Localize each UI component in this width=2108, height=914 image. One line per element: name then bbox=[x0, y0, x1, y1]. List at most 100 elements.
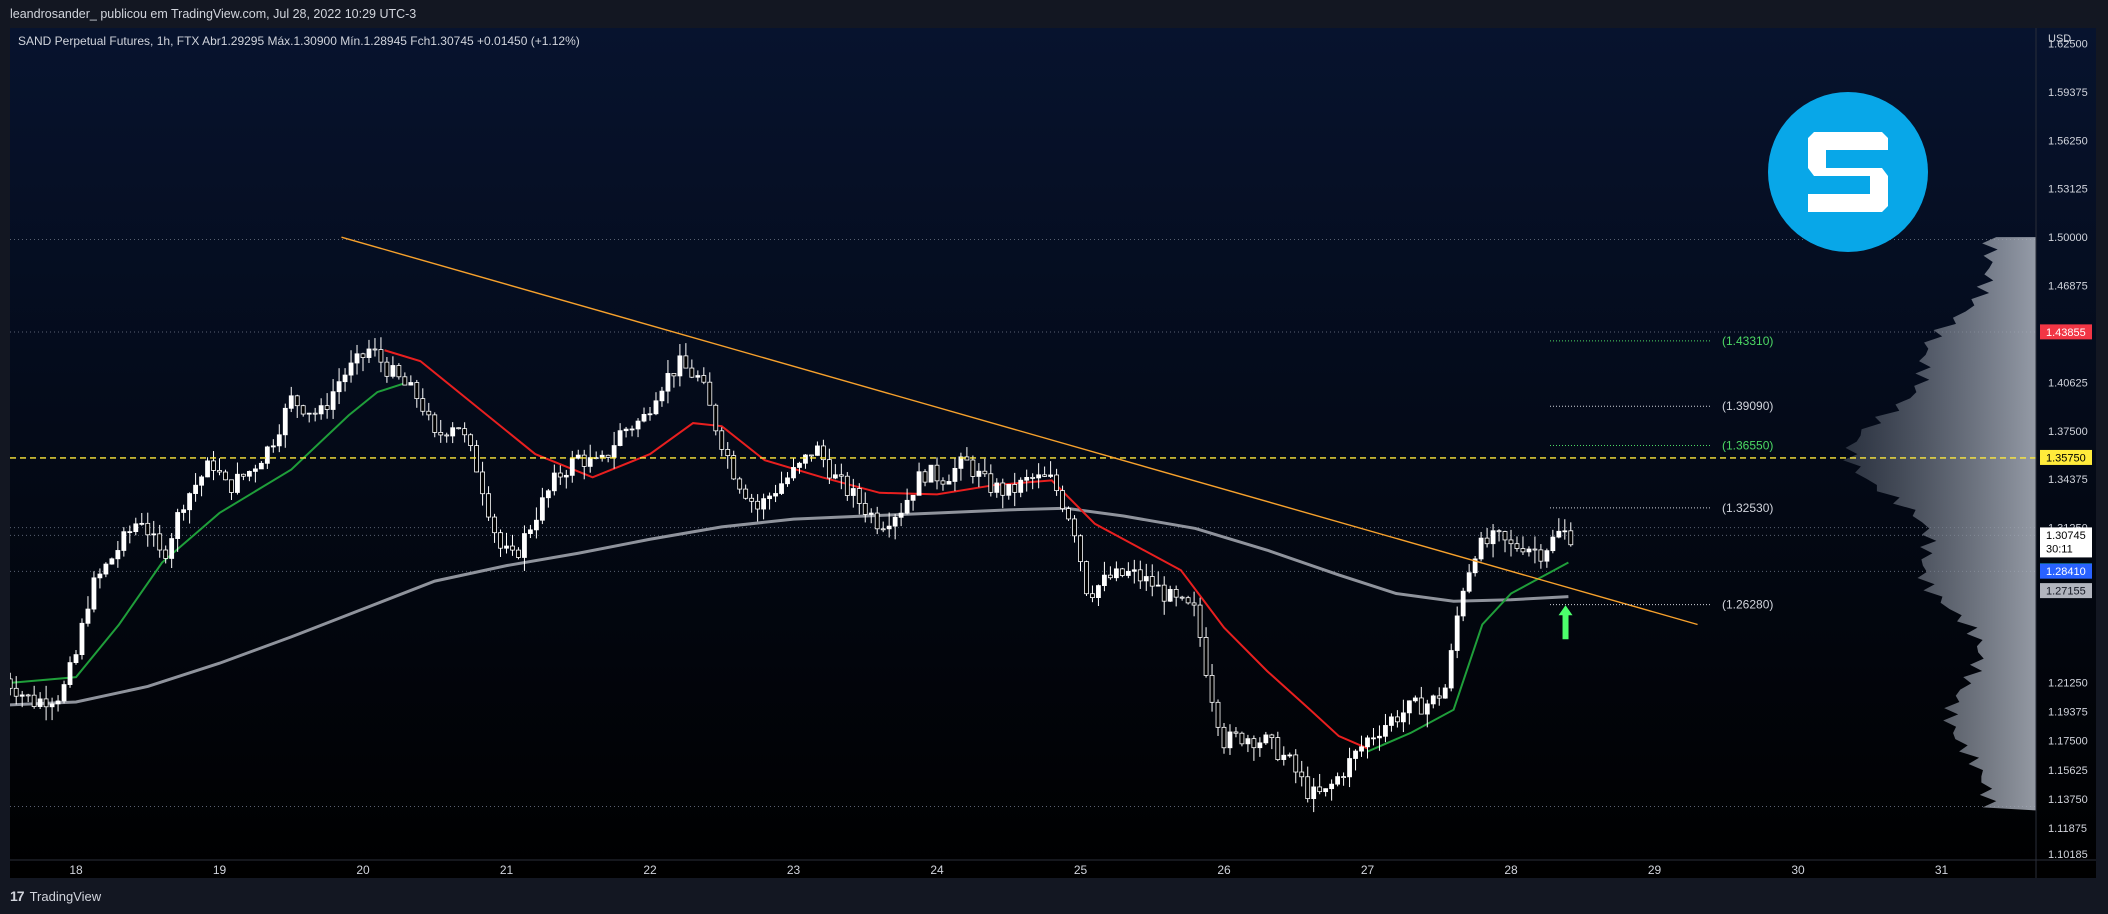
candle-body bbox=[940, 480, 946, 485]
candle-body bbox=[1167, 589, 1173, 602]
candle-body bbox=[438, 432, 444, 436]
candle-body bbox=[318, 405, 324, 415]
candle-body bbox=[569, 457, 575, 476]
candle-body bbox=[312, 412, 318, 415]
candle-body bbox=[145, 522, 151, 536]
candle-body bbox=[545, 490, 551, 499]
candle-body bbox=[886, 525, 892, 530]
chart-frame[interactable]: (1.43310) (1.39090) (1.36550) (1.32530) (1.2… bbox=[10, 28, 2096, 878]
candle-body bbox=[916, 471, 922, 496]
candle-body bbox=[1496, 530, 1502, 533]
price-tick: 1.40625 bbox=[2048, 377, 2088, 389]
candle-body bbox=[1251, 738, 1257, 749]
candle-body bbox=[1526, 548, 1532, 553]
candle-body bbox=[1084, 561, 1089, 595]
candle-body bbox=[1239, 732, 1245, 745]
green-up-arrow-icon bbox=[1558, 605, 1573, 640]
candle-body bbox=[952, 467, 958, 482]
price-tick: 1.11875 bbox=[2048, 823, 2087, 835]
candle-body bbox=[934, 464, 940, 482]
bottom-bar: 17 TradingView bbox=[0, 878, 2108, 914]
candle-body bbox=[1281, 754, 1287, 760]
candle-body bbox=[689, 367, 695, 378]
candle-body bbox=[1502, 531, 1508, 541]
candle-body bbox=[223, 471, 228, 481]
candle-body bbox=[1347, 758, 1352, 778]
candle-body bbox=[1550, 536, 1556, 552]
tradingview-brand[interactable]: 17 TradingView bbox=[10, 888, 101, 904]
candle-body bbox=[982, 470, 988, 475]
candle-body bbox=[1209, 675, 1215, 703]
candle-body bbox=[797, 462, 802, 468]
candle-body bbox=[659, 390, 665, 402]
candle-body bbox=[31, 694, 37, 707]
candle-body bbox=[360, 353, 366, 358]
price-tick: 1.50000 bbox=[2048, 232, 2088, 244]
candle-body bbox=[1006, 484, 1012, 496]
date-tick: 27 bbox=[1361, 863, 1375, 877]
candle-body bbox=[366, 348, 372, 358]
candle-body bbox=[605, 454, 611, 458]
candle-body bbox=[1257, 742, 1263, 749]
candle-body bbox=[282, 407, 288, 436]
candle-body bbox=[958, 456, 964, 469]
candle-body bbox=[1227, 731, 1233, 749]
tradingview-name: TradingView bbox=[29, 888, 102, 904]
candle-body bbox=[19, 694, 25, 697]
candle-body bbox=[1365, 737, 1370, 748]
candle-body bbox=[850, 488, 856, 496]
candle-body bbox=[707, 381, 713, 406]
candle-body bbox=[922, 471, 928, 483]
candle-body bbox=[264, 446, 270, 464]
candle-body bbox=[1245, 738, 1251, 745]
price-tag-label: 1.43855 bbox=[2046, 327, 2086, 339]
candle-body bbox=[270, 445, 276, 448]
candle-body bbox=[946, 481, 952, 485]
candle-body bbox=[330, 391, 336, 410]
candle-body bbox=[288, 395, 294, 409]
candle-body bbox=[1544, 550, 1550, 562]
candle-body bbox=[384, 361, 390, 377]
candle-body bbox=[139, 522, 145, 525]
date-tick: 18 bbox=[69, 863, 83, 877]
date-tick: 21 bbox=[500, 863, 514, 877]
candle-body bbox=[414, 382, 420, 400]
fib-label: (1.43310) bbox=[1722, 334, 1773, 348]
candle-body bbox=[671, 373, 677, 377]
dotted-levels bbox=[10, 238, 2036, 808]
green-up-arrow-shape bbox=[1558, 605, 1573, 640]
date-tick: 23 bbox=[787, 863, 801, 877]
candle-timer-label: 30:11 bbox=[2046, 543, 2073, 555]
candle-body bbox=[504, 545, 509, 549]
candle-body bbox=[175, 512, 181, 539]
candle-body bbox=[665, 373, 671, 392]
price-tick: 1.62500 bbox=[2048, 38, 2088, 50]
fib-label: (1.39090) bbox=[1722, 399, 1773, 413]
date-tick: 20 bbox=[356, 863, 370, 877]
candle-body bbox=[904, 499, 910, 514]
candle-body bbox=[444, 434, 450, 437]
fib-label: (1.32530) bbox=[1722, 501, 1773, 515]
candle-body bbox=[252, 468, 258, 472]
candle-body bbox=[731, 455, 737, 480]
candle-body bbox=[623, 428, 629, 432]
candle-body bbox=[73, 654, 79, 663]
candle-body bbox=[1293, 754, 1299, 773]
price-axis: USD1.625001.593751.562501.531251.500001.… bbox=[2035, 28, 2092, 878]
candle-body bbox=[1054, 474, 1059, 492]
candle-body bbox=[1191, 602, 1197, 606]
candle-body bbox=[462, 428, 468, 436]
candle-body bbox=[892, 516, 898, 527]
price-tick: 1.46875 bbox=[2048, 281, 2088, 293]
candle-body bbox=[563, 474, 569, 478]
tradingview-logo-icon: 17 bbox=[10, 888, 25, 904]
candle-body bbox=[1394, 716, 1400, 723]
candle-body bbox=[67, 662, 73, 685]
price-chart[interactable]: (1.43310) (1.39090) (1.36550) (1.32530) (1.2… bbox=[10, 28, 2096, 878]
candle-body bbox=[815, 445, 820, 456]
candle-body bbox=[49, 703, 55, 708]
candle-body bbox=[1203, 637, 1209, 676]
candle-body bbox=[683, 355, 689, 369]
candle-body bbox=[211, 460, 216, 471]
candle-body bbox=[193, 484, 198, 494]
